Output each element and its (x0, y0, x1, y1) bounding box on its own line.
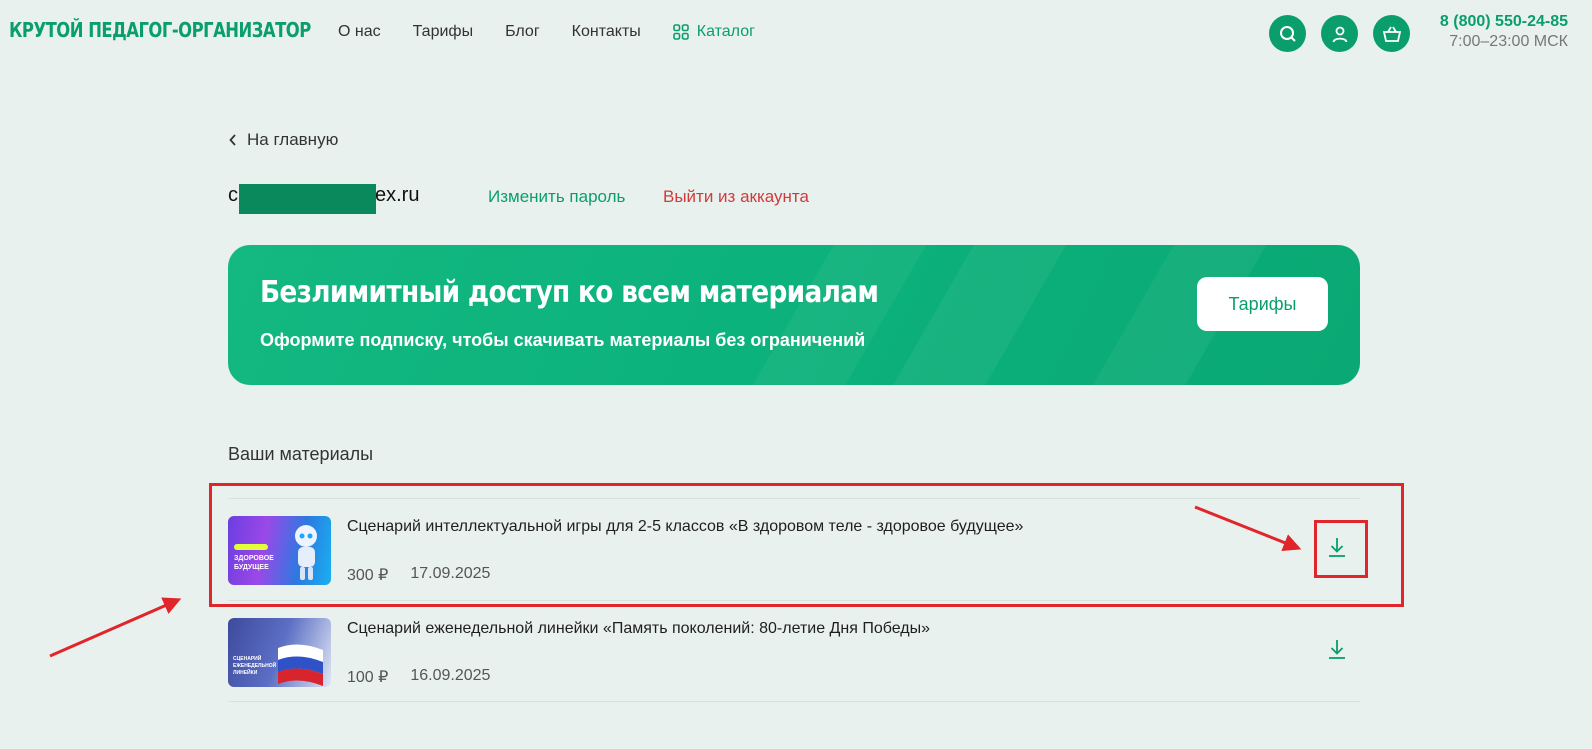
arrow-to-download (1194, 505, 1302, 552)
arrow-to-row (49, 597, 182, 658)
annotation-arrows (49, 505, 1302, 658)
